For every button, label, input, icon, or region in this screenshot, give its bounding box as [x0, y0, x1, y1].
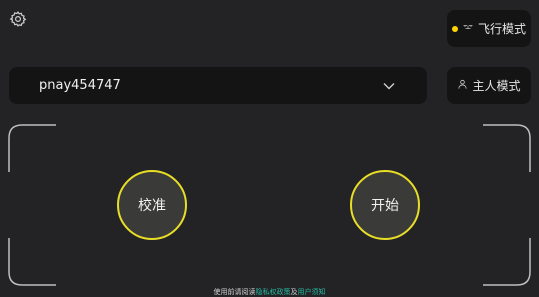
agreement-notice: 使用前请阅读隐私权政策及用户须知 — [0, 287, 539, 297]
frame-corner-top-left — [8, 124, 56, 172]
calibrate-button[interactable]: 校准 — [117, 170, 187, 240]
frame-corner-top-right — [483, 124, 531, 172]
user-terms-link[interactable]: 用户须知 — [298, 288, 326, 296]
frame-corner-bottom-right — [483, 238, 531, 286]
frame-corner-bottom-left — [8, 238, 56, 286]
start-button[interactable]: 开始 — [350, 170, 420, 240]
start-label: 开始 — [371, 198, 399, 214]
agreement-prefix: 使用前请阅读 — [213, 288, 256, 296]
calibrate-label: 校准 — [138, 198, 166, 214]
privacy-policy-link[interactable]: 隐私权政策 — [256, 288, 291, 296]
agreement-joiner: 及 — [290, 288, 298, 296]
viewfinder-frame — [8, 124, 531, 286]
